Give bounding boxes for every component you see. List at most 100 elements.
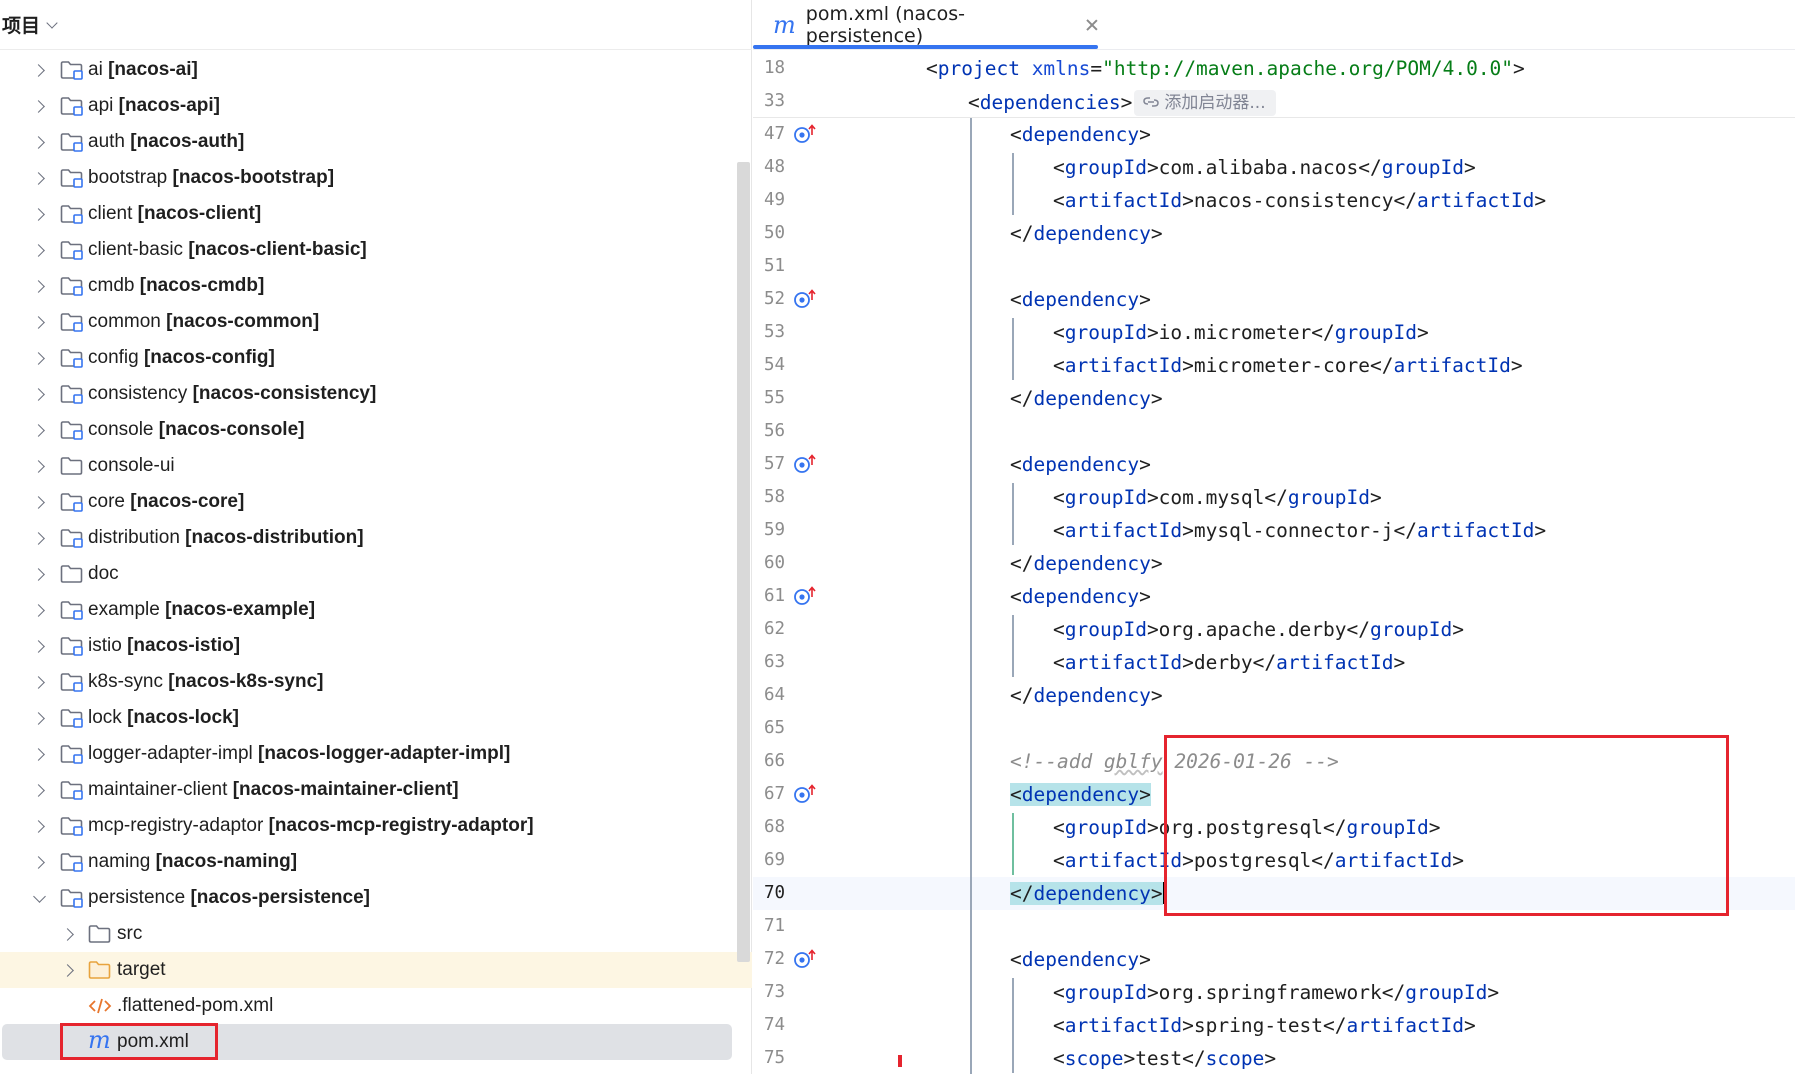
tree-item-persistence[interactable]: persistence [nacos-persistence] [0, 880, 752, 916]
chevron-right-icon[interactable] [34, 460, 46, 472]
chevron-right-icon[interactable] [34, 208, 46, 220]
code-line[interactable]: 33 <dependencies> 添加启动器... [753, 85, 1795, 118]
chevron-right-icon[interactable] [34, 244, 46, 256]
code-line[interactable]: 57 <dependency> [753, 448, 1795, 481]
code-line[interactable]: 51 [753, 250, 1795, 283]
chevron-right-icon[interactable] [34, 604, 46, 616]
chevron-down-icon[interactable] [34, 892, 46, 904]
tree-item-maintainer-client[interactable]: maintainer-client [nacos-maintainer-clie… [0, 772, 752, 808]
tree-item-src[interactable]: src [0, 916, 752, 952]
tree-item-module: [nacos-config] [143, 347, 275, 368]
chevron-right-icon[interactable] [63, 928, 75, 940]
chevron-right-icon[interactable] [34, 280, 46, 292]
tree-item-logger-adapter-impl[interactable]: logger-adapter-impl [nacos-logger-adapte… [0, 736, 752, 772]
chevron-right-icon[interactable] [34, 64, 46, 76]
override-gutter-icon[interactable] [793, 948, 819, 970]
code-line[interactable]: 62 <groupId>org.apache.derby</groupId> [753, 613, 1795, 646]
code-line[interactable]: 75 <scope>test</scope> [753, 1042, 1795, 1074]
tree-item-config[interactable]: config [nacos-config] [0, 340, 752, 376]
code-line[interactable]: 56 [753, 415, 1795, 448]
tree-item-client[interactable]: client [nacos-client] [0, 196, 752, 232]
code-line[interactable]: 54 <artifactId>micrometer-core</artifactI… [753, 349, 1795, 382]
chevron-right-icon[interactable] [34, 316, 46, 328]
code-line[interactable]: 72 <dependency> [753, 943, 1795, 976]
tree-item-lock[interactable]: lock [nacos-lock] [0, 700, 752, 736]
tree-item-mcp-registry-adaptor[interactable]: mcp-registry-adaptor [nacos-mcp-registry… [0, 808, 752, 844]
code-line[interactable]: 73 <groupId>org.springframework</groupId> [753, 976, 1795, 1009]
tree-item-cmdb[interactable]: cmdb [nacos-cmdb] [0, 268, 752, 304]
chevron-right-icon[interactable] [34, 748, 46, 760]
override-gutter-icon[interactable] [793, 783, 819, 805]
override-gutter-icon[interactable] [793, 288, 819, 310]
code-line[interactable]: 50 </dependency> [753, 217, 1795, 250]
chevron-right-icon[interactable] [34, 820, 46, 832]
tree-item-ai[interactable]: ai [nacos-ai] [0, 52, 752, 88]
close-icon[interactable] [1085, 18, 1098, 32]
add-starter-hint[interactable]: 添加启动器... [1134, 90, 1276, 116]
code-line[interactable]: 74 <artifactId>spring-test</artifactId> [753, 1009, 1795, 1042]
chevron-right-icon[interactable] [34, 100, 46, 112]
code-token: > [1150, 387, 1163, 410]
chevron-right-icon[interactable] [34, 172, 46, 184]
code-line[interactable]: 52 <dependency> [753, 283, 1795, 316]
folder-icon [88, 924, 112, 944]
tree-item-module: [nacos-mcp-registry-adaptor] [268, 815, 534, 836]
tree-item-doc[interactable]: doc [0, 556, 752, 592]
code-line[interactable]: 49 <artifactId>nacos-consistency</artifac… [753, 184, 1795, 217]
chevron-right-icon[interactable] [34, 136, 46, 148]
override-gutter-icon[interactable] [793, 453, 819, 475]
chevron-right-icon[interactable] [34, 388, 46, 400]
chevron-right-icon[interactable] [34, 676, 46, 688]
code-line[interactable]: 58 <groupId>com.mysql</groupId> [753, 481, 1795, 514]
tree-item-client-basic[interactable]: client-basic [nacos-client-basic] [0, 232, 752, 268]
tree-item-console[interactable]: console [nacos-console] [0, 412, 752, 448]
override-gutter-icon[interactable] [793, 585, 819, 607]
chevron-right-icon[interactable] [34, 856, 46, 868]
chevron-right-icon[interactable] [34, 568, 46, 580]
chevron-right-icon[interactable] [34, 496, 46, 508]
project-panel-header[interactable]: 项目 [0, 0, 752, 50]
tree-item-flattened-pom-xml[interactable]: .flattened-pom.xml [0, 988, 752, 1024]
tree-item-bootstrap[interactable]: bootstrap [nacos-bootstrap] [0, 160, 752, 196]
tree-item-naming[interactable]: naming [nacos-naming] [0, 844, 752, 880]
tree-item-istio[interactable]: istio [nacos-istio] [0, 628, 752, 664]
chevron-right-icon[interactable] [34, 640, 46, 652]
code-area[interactable]: 18 <project xmlns="http://maven.apache.or… [753, 52, 1795, 1074]
tree-item-auth[interactable]: auth [nacos-auth] [0, 124, 752, 160]
tree-item-target[interactable]: target [0, 952, 752, 988]
code-line[interactable]: 18 <project xmlns="http://maven.apache.or… [753, 52, 1795, 85]
code-line[interactable]: 63 <artifactId>derby</artifactId> [753, 646, 1795, 679]
chevron-right-icon[interactable] [34, 352, 46, 364]
chevron-right-icon[interactable] [34, 784, 46, 796]
code-line[interactable]: 53 <groupId>io.micrometer</groupId> [753, 316, 1795, 349]
code-line[interactable]: 55 </dependency> [753, 382, 1795, 415]
tree-item-name: client [88, 203, 133, 224]
project-panel-title[interactable]: 项目 [2, 11, 40, 38]
tree-item-module: [nacos-consistency] [192, 383, 377, 404]
code-line[interactable]: 64 </dependency> [753, 679, 1795, 712]
tree-item-api[interactable]: api [nacos-api] [0, 88, 752, 124]
tree-item-module: [nacos-k8s-sync] [168, 671, 324, 692]
tree-item-name: console [88, 419, 154, 440]
chevron-right-icon[interactable] [34, 424, 46, 436]
chevron-right-icon[interactable] [34, 712, 46, 724]
line-number: 64 [764, 685, 786, 705]
chevron-down-icon[interactable] [46, 18, 60, 32]
tree-scrollbar[interactable] [737, 162, 750, 962]
code-line[interactable]: 48 <groupId>com.alibaba.nacos</groupId> [753, 151, 1795, 184]
tree-item-core[interactable]: core [nacos-core] [0, 484, 752, 520]
tab-pom-xml[interactable]: m pom.xml (nacos-persistence) [753, 0, 1098, 50]
code-line[interactable]: 60 </dependency> [753, 547, 1795, 580]
code-line[interactable]: 47 <dependency> [753, 118, 1795, 151]
chevron-right-icon[interactable] [63, 964, 75, 976]
tree-item-k8s-sync[interactable]: k8s-sync [nacos-k8s-sync] [0, 664, 752, 700]
override-gutter-icon[interactable] [793, 123, 819, 145]
tree-item-console-ui[interactable]: console-ui [0, 448, 752, 484]
tree-item-example[interactable]: example [nacos-example] [0, 592, 752, 628]
code-line[interactable]: 59 <artifactId>mysql-connector-j</artifac… [753, 514, 1795, 547]
tree-item-distribution[interactable]: distribution [nacos-distribution] [0, 520, 752, 556]
code-line[interactable]: 61 <dependency> [753, 580, 1795, 613]
chevron-right-icon[interactable] [34, 532, 46, 544]
tree-item-common[interactable]: common [nacos-common] [0, 304, 752, 340]
tree-item-consistency[interactable]: consistency [nacos-consistency] [0, 376, 752, 412]
